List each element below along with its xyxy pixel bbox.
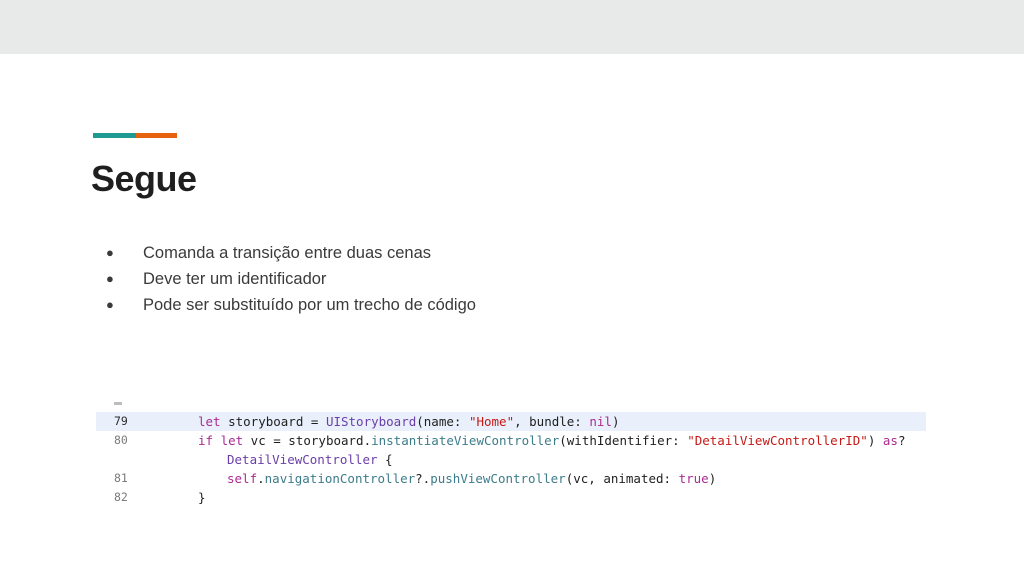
code-token: UIStoryboard [325, 414, 417, 429]
top-bar [0, 0, 1024, 54]
code-line: 79 let storyboard = UIStoryboard(name: "… [96, 412, 926, 431]
code-token: . [257, 471, 265, 486]
code-token: let [198, 414, 221, 429]
code-token: (withIdentifier: [559, 433, 688, 448]
line-number: 82 [114, 490, 128, 504]
code-token: , bundle: [514, 414, 590, 429]
code-token: ? [897, 433, 906, 448]
list-item: ● Deve ter um identificador [106, 266, 476, 292]
code-token: navigationController [264, 471, 416, 486]
code-token: true [678, 471, 709, 486]
code-token: instantiateViewController [371, 433, 560, 448]
code-token: ) [708, 471, 717, 486]
code-token: nil [589, 414, 612, 429]
accent-bar-teal [93, 133, 136, 138]
line-number: 81 [114, 471, 128, 485]
code-token: if let [198, 433, 244, 448]
bullet-text: Deve ter um identificador [143, 270, 327, 288]
list-item: ● Pode ser substituído por um trecho de … [106, 292, 476, 318]
code-line: DetailViewController { [96, 450, 926, 469]
code-token: storyboard = [220, 414, 326, 429]
code-token: (vc, animated: [565, 471, 679, 486]
list-item: ● Comanda a transição entre duas cenas [106, 240, 476, 266]
code-line: 80 if let vc = storyboard.instantiateVie… [96, 431, 926, 450]
line-number: 79 [114, 414, 128, 428]
code-token: { [377, 452, 393, 467]
code-text: self.navigationController?.pushViewContr… [227, 469, 716, 488]
bullet-icon: ● [106, 271, 114, 286]
code-text: if let vc = storyboard.instantiateViewCo… [198, 431, 905, 450]
code-line: 81 self.navigationController?.pushViewCo… [96, 469, 926, 488]
bullet-icon: ● [106, 297, 114, 312]
line-number: 80 [114, 433, 128, 447]
code-token: } [198, 490, 206, 505]
bullet-text: Comanda a transição entre duas cenas [143, 244, 432, 262]
bullet-text: Pode ser substituído por um trecho de có… [143, 296, 476, 314]
slide-title: Segue [91, 158, 197, 199]
code-cropped-line [96, 400, 926, 412]
accent-bar-orange [136, 133, 177, 138]
bullet-list: ● Comanda a transição entre duas cenas ●… [106, 240, 476, 318]
code-text: let storyboard = UIStoryboard(name: "Hom… [198, 412, 619, 431]
code-token: (name: [416, 414, 469, 429]
code-text: DetailViewController { [227, 450, 393, 469]
code-token: vc = storyboard. [243, 433, 372, 448]
code-token: ?. [415, 471, 431, 486]
code-token: ) [611, 414, 620, 429]
code-token: ) [867, 433, 883, 448]
code-token: "Home" [468, 414, 515, 429]
code-token: pushViewController [430, 471, 566, 486]
code-token: "DetailViewControllerID" [687, 433, 868, 448]
code-token: self [227, 471, 258, 486]
code-snippet: 79 let storyboard = UIStoryboard(name: "… [96, 400, 926, 507]
code-token: DetailViewController [227, 452, 378, 467]
bullet-icon: ● [106, 245, 114, 260]
code-text: } [198, 488, 206, 507]
code-token: as [882, 433, 898, 448]
code-line: 82 } [96, 488, 926, 507]
